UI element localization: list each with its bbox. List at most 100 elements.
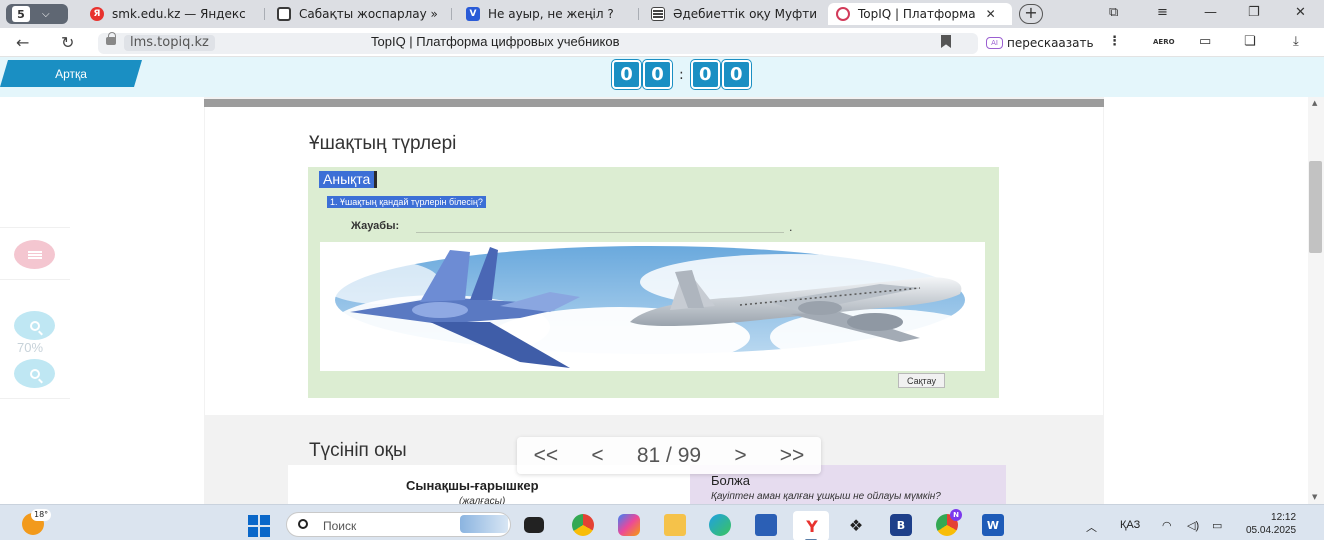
airplanes-image: [320, 246, 985, 368]
predict-card-title: Болжа: [711, 473, 750, 488]
lock-icon[interactable]: [106, 32, 116, 45]
back-button[interactable]: Артқа: [0, 60, 142, 87]
zoom-in-icon: [29, 320, 40, 331]
task-view-icon[interactable]: [524, 517, 544, 533]
url-domain[interactable]: lms.topiq.kz: [124, 35, 215, 51]
tab-smk[interactable]: Я smk.edu.kz — Яндекс: [90, 3, 252, 25]
scroll-up-icon[interactable]: ▲: [1312, 99, 1317, 107]
chrome-icon[interactable]: [572, 514, 594, 536]
tab-label: Сабақты жоспарлау »: [299, 7, 438, 21]
clock-date: 05.04.2025: [1246, 525, 1297, 536]
reading-card-title: Сынақшы-ғарышкер: [406, 478, 539, 493]
file-explorer-icon[interactable]: [664, 514, 686, 536]
aero-icon[interactable]: AERO: [1153, 38, 1175, 46]
zoom-out-button[interactable]: [14, 359, 55, 388]
document-icon: [277, 7, 291, 21]
tab-riddle[interactable]: V Не ауыр, не жеңіл ?: [466, 3, 626, 25]
next-page-button[interactable]: >: [734, 444, 746, 468]
contents-menu-button[interactable]: [14, 240, 55, 269]
minimize-icon[interactable]: —: [1204, 5, 1217, 20]
retell-label: перескаазать: [1007, 36, 1094, 50]
close-tab-icon[interactable]: ✕: [986, 7, 996, 21]
page-navigator: << < 81 / 99 > >>: [517, 437, 821, 474]
more-vertical-icon[interactable]: ⋮: [1108, 34, 1121, 49]
edge-icon[interactable]: [709, 514, 731, 536]
timer-digit: 0: [612, 60, 641, 89]
volume-icon[interactable]: ◁): [1187, 519, 1199, 532]
tab-lesson-plan[interactable]: Сабақты жоспарлау »: [277, 3, 442, 25]
chat-icon[interactable]: ❏: [1244, 34, 1256, 49]
search-icon: [298, 519, 308, 529]
tab-count: 5: [12, 6, 30, 22]
tools-divider: [0, 398, 70, 399]
blue-v-icon: V: [466, 7, 480, 21]
tab-divider: [451, 8, 452, 20]
page-separator: /: [666, 443, 672, 467]
first-page-button[interactable]: <<: [534, 444, 559, 468]
tab-label: Әдебиеттік оқу Муфти: [673, 7, 817, 21]
tab-topiq[interactable]: TopIQ | Платформа ✕: [828, 3, 1012, 25]
tab-label: smk.edu.kz — Яндекс: [112, 7, 246, 21]
b-app-icon[interactable]: B: [890, 514, 912, 536]
retell-button[interactable]: AI перескаазать: [980, 32, 1100, 54]
download-icon[interactable]: ⤓: [1293, 34, 1299, 49]
battery-icon[interactable]: ▭: [1212, 519, 1222, 532]
language-indicator[interactable]: ҚАЗ: [1120, 519, 1140, 531]
section-title: Ұшақтың түрлері: [309, 133, 457, 154]
book-icon: [651, 7, 665, 21]
dropbox-icon[interactable]: ❖: [845, 514, 867, 536]
tab-divider: [638, 8, 639, 20]
start-button[interactable]: [248, 515, 270, 537]
clock-time: 12:12: [1271, 512, 1297, 523]
scrollbar-thumb[interactable]: [1309, 161, 1322, 253]
zoom-level: 70%: [17, 340, 44, 355]
section-title-2: Түсініп оқы: [309, 440, 407, 461]
page-title: TopIQ | Платформа цифровых учебников: [371, 34, 620, 49]
save-button[interactable]: Сақтау: [898, 373, 945, 388]
reload-icon[interactable]: ↻: [61, 33, 74, 52]
new-tab-button[interactable]: +: [1019, 4, 1043, 24]
store-icon[interactable]: [755, 514, 777, 536]
wifi-icon[interactable]: ◠: [1162, 519, 1172, 532]
address-bar: ← ↻ lms.topiq.kz TopIQ | Платформа цифро…: [0, 28, 1324, 57]
tools-divider: [0, 227, 70, 228]
tab-bar: 5 ⌵ Я smk.edu.kz — Яндекс Сабақты жоспар…: [0, 0, 1324, 28]
zoom-in-button[interactable]: [14, 311, 55, 340]
answer-input[interactable]: [416, 232, 784, 233]
site-header: Артқа 0 0 : 0 0: [0, 57, 1324, 97]
tab-counter-button[interactable]: 5 ⌵: [6, 4, 68, 24]
tray-chevron-up-icon[interactable]: ︿: [1086, 519, 1097, 535]
prev-page-button[interactable]: <: [591, 444, 603, 468]
tab-divider: [264, 8, 265, 20]
scrollbar[interactable]: [1308, 97, 1324, 504]
page-indicator: 81 / 99: [637, 444, 701, 468]
task-tag: Анықта: [319, 171, 378, 188]
timer: 0 0 : 0 0: [612, 60, 753, 89]
collections-icon[interactable]: ⧉: [1109, 5, 1118, 20]
word-icon[interactable]: W: [982, 514, 1004, 536]
answer-label: Жауабы:: [351, 220, 400, 232]
tools-divider: [0, 279, 70, 280]
close-window-icon[interactable]: ✕: [1295, 5, 1306, 20]
maximize-icon[interactable]: ❐: [1248, 5, 1260, 20]
question-text: 1. Ұшақтың қандай түрлерін білесің?: [327, 196, 486, 208]
page-top-edge: [204, 99, 1104, 107]
chevron-down-icon: ⌵: [42, 8, 50, 20]
scroll-down-icon[interactable]: ▼: [1312, 493, 1317, 501]
current-page: 81: [636, 443, 661, 467]
menu-icon[interactable]: ≡: [1157, 5, 1168, 20]
timer-digit: 0: [643, 60, 672, 89]
yandex-icon: Я: [90, 7, 104, 21]
airplanes-illustration: [320, 242, 985, 371]
clock[interactable]: 12:12 05.04.2025: [1246, 511, 1296, 537]
search-highlight-image: [460, 515, 508, 533]
copilot-icon[interactable]: [618, 514, 640, 536]
timer-digit: 0: [690, 60, 720, 89]
tab-label: TopIQ | Платформа: [858, 7, 976, 21]
tab-literature[interactable]: Әдебиеттік оқу Муфти: [651, 3, 817, 25]
answer-dot: .: [789, 221, 793, 234]
battery-icon[interactable]: ▭: [1199, 34, 1211, 49]
total-pages: 99: [677, 443, 702, 467]
last-page-button[interactable]: >>: [780, 444, 805, 468]
back-arrow-icon[interactable]: ←: [16, 33, 29, 52]
